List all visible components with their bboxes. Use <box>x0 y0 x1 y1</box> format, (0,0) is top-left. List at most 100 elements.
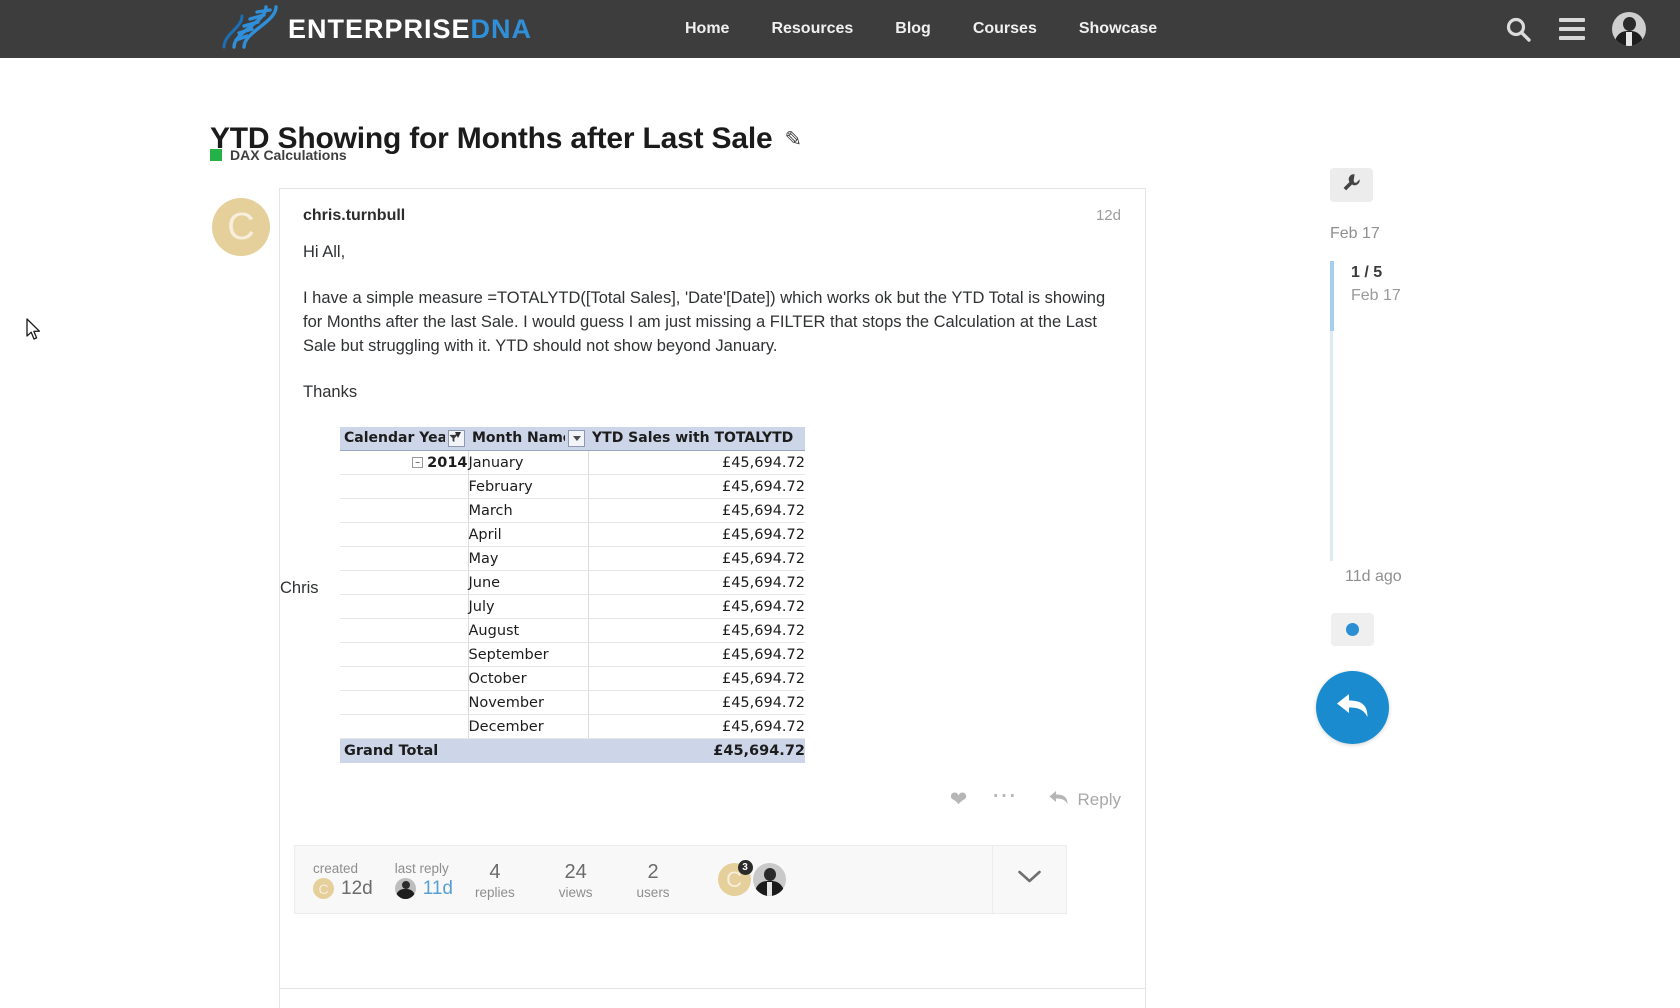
filter-icon-calendar-year[interactable] <box>448 429 465 447</box>
reply-fab-button[interactable] <box>1316 671 1389 744</box>
user-avatar[interactable] <box>1612 12 1646 46</box>
table-grand-total-row: Grand Total £45,694.72 <box>340 738 805 763</box>
table-header-month-name-label: Month Name <box>472 430 565 447</box>
topic-page: YTD Showing for Months after Last Sale ✎… <box>0 58 1680 1008</box>
nav-link-resources[interactable]: Resources <box>771 20 853 38</box>
table-row: February £45,694.72 <box>340 474 805 500</box>
reply-arrow-icon <box>1048 789 1069 811</box>
post-card: chris.turnbull 12d Hi All, I have a simp… <box>279 188 1146 988</box>
stat-created-value-row: C 12d <box>313 878 373 900</box>
stat-created-label: created <box>313 860 359 876</box>
table-cell-month: April <box>468 522 589 548</box>
nav-link-home[interactable]: Home <box>685 20 729 38</box>
last-reply-avatar[interactable] <box>394 878 416 899</box>
timeline-scrubber-handle[interactable] <box>1330 261 1334 331</box>
stat-last-reply-value[interactable]: 11d <box>423 878 453 900</box>
post-paragraph-thanks: Thanks <box>303 382 358 401</box>
top-posters: C 3 <box>717 860 786 896</box>
table-cell-year <box>340 474 469 500</box>
category-label: DAX Calculations <box>230 147 347 163</box>
nav-link-showcase[interactable]: Showcase <box>1079 20 1157 38</box>
table-cell-month: July <box>468 594 589 620</box>
stat-views-value: 24 <box>564 860 587 883</box>
post-body: Hi All, I have a simple measure =TOTALYT… <box>280 241 1145 763</box>
table-header-ytd-sales: YTD Sales with TOTALYTD <box>588 426 805 452</box>
table-cell-ytd: £45,694.72 <box>588 498 805 524</box>
brand-dna: DNA <box>470 13 533 44</box>
table-cell-ytd: £45,694.72 <box>588 594 805 620</box>
table-header-row: Calendar Yea Month Name YTD Sales with T… <box>340 426 805 452</box>
expand-topic-button[interactable] <box>992 846 1066 913</box>
nav-link-courses[interactable]: Courses <box>973 20 1037 38</box>
post-paragraph-greeting: Hi All, <box>303 243 346 261</box>
top-navigation-bar: ENTERPRISEDNA Home Resources Blog Course… <box>0 0 1680 58</box>
wrench-icon <box>1342 173 1361 197</box>
stat-users-value: 2 <box>647 860 659 883</box>
post-author-name[interactable]: chris.turnbull <box>303 207 405 225</box>
table-row: October £45,694.72 <box>340 666 805 692</box>
heart-icon[interactable]: ❤ <box>936 787 982 812</box>
stat-views-label: views <box>558 884 593 900</box>
table-cell-ytd: £45,694.72 <box>588 546 805 572</box>
pencil-icon[interactable]: ✎ <box>784 127 802 152</box>
timeline-start-date: Feb 17 <box>1330 225 1380 242</box>
table-cell-year <box>340 498 469 524</box>
table-row: December £45,694.72 <box>340 714 805 740</box>
table-header-calendar-year-label: Calendar Yea <box>344 430 445 447</box>
jump-to-post-button[interactable] <box>1331 613 1374 646</box>
stat-created-value: 12d <box>341 877 373 899</box>
table-cell-month: September <box>468 642 589 668</box>
table-cell-grand-total-spacer <box>468 738 588 763</box>
dna-helix-icon <box>222 4 278 55</box>
post-timestamp[interactable]: 12d <box>1096 207 1121 224</box>
collapse-icon[interactable]: – <box>412 457 424 469</box>
table-cell-year <box>340 714 469 740</box>
table-row: July £45,694.72 <box>340 594 805 620</box>
filter-icon-month-name[interactable] <box>568 429 585 447</box>
reply-button[interactable]: Reply <box>1048 789 1121 811</box>
table-cell-year <box>340 522 469 548</box>
table-cell-year-value: 2014 <box>427 454 468 471</box>
topic-admin-button[interactable] <box>1330 168 1373 202</box>
post-action-bar: ❤ ⋯ Reply <box>280 782 1145 812</box>
post-signature: Chris <box>280 579 319 597</box>
table-cell-month: October <box>468 666 589 692</box>
timeline-position-date: Feb 17 <box>1351 287 1401 304</box>
category-badge[interactable]: DAX Calculations <box>210 147 347 163</box>
brand-enterprise: ENTERPRISE <box>288 13 471 44</box>
table-row: –2014 January £45,694.72 <box>340 450 805 476</box>
table-header-calendar-year: Calendar Yea <box>340 426 468 452</box>
reply-label: Reply <box>1077 789 1121 809</box>
timeline-last-post-time: 11d ago <box>1345 568 1402 585</box>
nav-link-blog[interactable]: Blog <box>895 20 931 38</box>
dot-icon <box>1346 623 1359 636</box>
post-author-avatar[interactable]: C <box>212 198 270 256</box>
table-cell-month: June <box>468 570 589 596</box>
table-cell-month: February <box>468 474 589 500</box>
post-paragraph-question: I have a simple measure =TOTALYTD([Total… <box>303 288 1106 355</box>
table-cell-ytd: £45,694.72 <box>588 522 805 548</box>
created-avatar[interactable]: C <box>313 878 334 899</box>
search-icon[interactable] <box>1505 16 1532 43</box>
poster-avatar-chris[interactable]: C 3 <box>717 860 753 896</box>
table-row: September £45,694.72 <box>340 642 805 668</box>
pivot-table-image[interactable]: Calendar Yea Month Name YTD Sales with T… <box>340 426 805 763</box>
reply-arrow-icon <box>1334 690 1371 725</box>
poster-avatar-second[interactable] <box>752 863 786 896</box>
topic-title-row: YTD Showing for Months after Last Sale ✎ <box>210 102 802 176</box>
table-cell-grand-total-label: Grand Total <box>340 738 468 763</box>
nav-right-controls <box>1505 0 1646 58</box>
table-cell-ytd: £45,694.72 <box>588 666 805 692</box>
table-cell-grand-total-value: £45,694.72 <box>588 738 805 763</box>
site-logo[interactable]: ENTERPRISEDNA <box>222 4 532 55</box>
table-header-ytd-sales-label: YTD Sales with TOTALYTD <box>592 430 794 447</box>
ellipsis-icon[interactable]: ⋯ <box>982 782 1028 810</box>
table-cell-year <box>340 570 469 596</box>
table-cell-ytd: £45,694.72 <box>588 642 805 668</box>
table-cell-ytd: £45,694.72 <box>588 690 805 716</box>
brand-text: ENTERPRISEDNA <box>288 14 532 45</box>
timeline-track[interactable]: 1 / 5 Feb 17 <box>1330 261 1500 561</box>
stat-last-reply-label: last reply <box>394 860 449 876</box>
category-color-swatch <box>210 149 222 161</box>
hamburger-menu-icon[interactable] <box>1559 18 1585 40</box>
